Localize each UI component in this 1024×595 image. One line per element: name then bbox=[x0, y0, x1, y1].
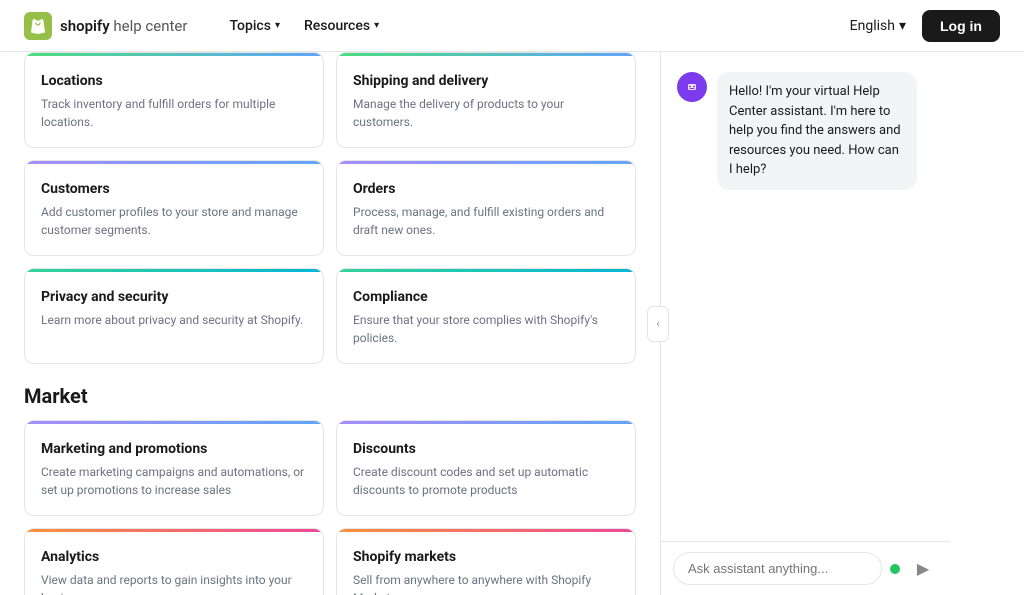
card-border bbox=[25, 53, 323, 56]
online-indicator bbox=[890, 564, 900, 574]
login-button[interactable]: Log in bbox=[922, 10, 1000, 42]
card-border bbox=[337, 269, 635, 272]
card-desc: View data and reports to gain insights i… bbox=[41, 571, 307, 595]
orders-card[interactable]: Orders Process, manage, and fulfill exis… bbox=[336, 160, 636, 256]
header-right: English ▾ Log in bbox=[850, 10, 1000, 42]
locations-card[interactable]: Locations Track inventory and fulfill or… bbox=[24, 52, 324, 148]
topics-nav-item[interactable]: Topics ▾ bbox=[219, 12, 290, 40]
send-icon: ▶ bbox=[917, 559, 929, 579]
chat-send-button[interactable]: ▶ bbox=[908, 554, 938, 584]
card-desc: Ensure that your store complies with Sho… bbox=[353, 311, 619, 347]
privacy-card[interactable]: Privacy and security Learn more about pr… bbox=[24, 268, 324, 364]
card-border bbox=[25, 269, 323, 272]
card-title: Shipping and delivery bbox=[353, 73, 619, 89]
card-title: Orders bbox=[353, 181, 619, 197]
chat-collapse-button[interactable]: ‹ bbox=[647, 306, 669, 342]
topics-chevron-icon: ▾ bbox=[275, 20, 280, 31]
chat-bubble: Hello! I'm your virtual Help Center assi… bbox=[717, 72, 917, 190]
resources-chevron-icon: ▾ bbox=[374, 20, 379, 31]
chat-avatar bbox=[677, 72, 707, 102]
logo-text: shopify help center bbox=[60, 17, 187, 35]
resources-label: Resources bbox=[304, 18, 370, 34]
chat-messages: Hello! I'm your virtual Help Center assi… bbox=[661, 52, 950, 541]
card-border bbox=[337, 421, 635, 424]
card-border bbox=[25, 161, 323, 164]
collapse-icon: ‹ bbox=[656, 317, 659, 330]
card-title: Shopify markets bbox=[353, 549, 619, 565]
lang-chevron-icon: ▾ bbox=[899, 18, 906, 34]
content-area: Locations Track inventory and fulfill or… bbox=[0, 52, 660, 595]
manage-cards-grid: Locations Track inventory and fulfill or… bbox=[24, 52, 636, 364]
card-title: Compliance bbox=[353, 289, 619, 305]
main-layout: Locations Track inventory and fulfill or… bbox=[0, 52, 1024, 595]
discounts-card[interactable]: Discounts Create discount codes and set … bbox=[336, 420, 636, 516]
language-label: English bbox=[850, 18, 895, 34]
card-border bbox=[25, 421, 323, 424]
card-title: Discounts bbox=[353, 441, 619, 457]
marketing-card[interactable]: Marketing and promotions Create marketin… bbox=[24, 420, 324, 516]
shopify-markets-card[interactable]: Shopify markets Sell from anywhere to an… bbox=[336, 528, 636, 595]
card-desc: Manage the delivery of products to your … bbox=[353, 95, 619, 131]
card-desc: Add customer profiles to your store and … bbox=[41, 203, 307, 239]
resources-nav-item[interactable]: Resources ▾ bbox=[294, 12, 389, 40]
card-border bbox=[25, 529, 323, 532]
customers-card[interactable]: Customers Add customer profiles to your … bbox=[24, 160, 324, 256]
market-cards-grid: Marketing and promotions Create marketin… bbox=[24, 420, 636, 595]
card-title: Customers bbox=[41, 181, 307, 197]
main-nav: Topics ▾ Resources ▾ bbox=[219, 12, 849, 40]
card-desc: Learn more about privacy and security at… bbox=[41, 311, 307, 329]
compliance-card[interactable]: Compliance Ensure that your store compli… bbox=[336, 268, 636, 364]
card-desc: Create marketing campaigns and automatio… bbox=[41, 463, 307, 499]
language-selector[interactable]: English ▾ bbox=[850, 18, 906, 34]
card-desc: Sell from anywhere to anywhere with Shop… bbox=[353, 571, 619, 595]
logo[interactable]: shopify help center bbox=[24, 12, 187, 40]
card-title: Privacy and security bbox=[41, 289, 307, 305]
market-section-title: Market bbox=[24, 384, 636, 408]
card-title: Analytics bbox=[41, 549, 307, 565]
chat-sidebar: ‹ Hello! I'm your virtual Help Center as… bbox=[660, 52, 950, 595]
card-desc: Track inventory and fulfill orders for m… bbox=[41, 95, 307, 131]
chat-input-area: ▶ bbox=[661, 541, 950, 595]
card-desc: Process, manage, and fulfill existing or… bbox=[353, 203, 619, 239]
card-border bbox=[337, 529, 635, 532]
shipping-card[interactable]: Shipping and delivery Manage the deliver… bbox=[336, 52, 636, 148]
card-title: Locations bbox=[41, 73, 307, 89]
card-border bbox=[337, 161, 635, 164]
chat-input[interactable] bbox=[673, 552, 882, 585]
card-border bbox=[337, 53, 635, 56]
card-title: Marketing and promotions bbox=[41, 441, 307, 457]
chat-message: Hello! I'm your virtual Help Center assi… bbox=[677, 72, 934, 190]
shopify-bag-icon bbox=[24, 12, 52, 40]
header: shopify help center Topics ▾ Resources ▾… bbox=[0, 0, 1024, 52]
analytics-card[interactable]: Analytics View data and reports to gain … bbox=[24, 528, 324, 595]
card-desc: Create discount codes and set up automat… bbox=[353, 463, 619, 499]
topics-label: Topics bbox=[229, 18, 270, 34]
